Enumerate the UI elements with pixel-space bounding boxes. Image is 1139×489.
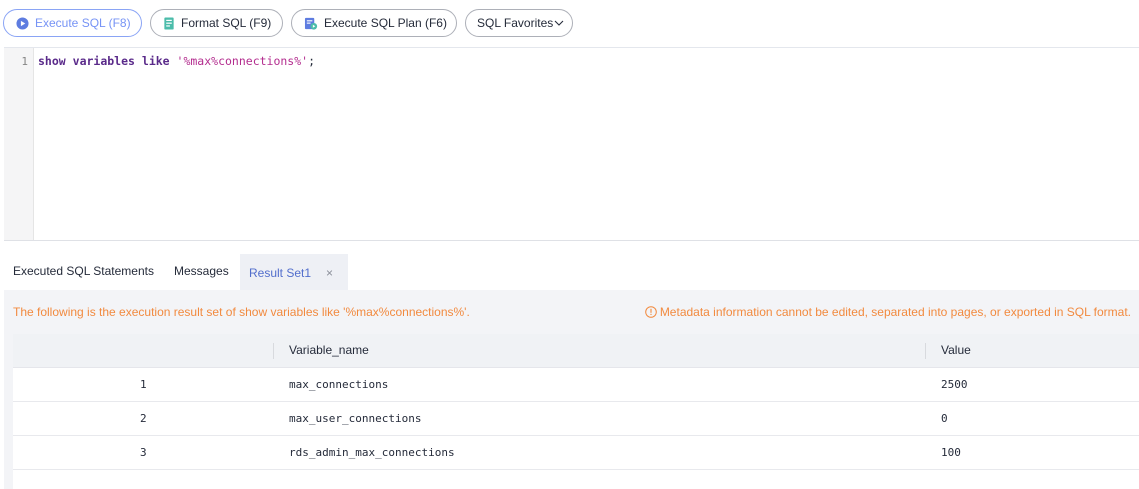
sql-terminator: ; [308,54,316,68]
sql-favorites-dropdown[interactable]: SQL Favorites [465,9,573,37]
chevron-down-icon [554,19,564,27]
tab-label: Executed SQL Statements [13,264,154,278]
value-cell[interactable]: 2500 [941,368,968,402]
table-row[interactable]: 3 rds_admin_max_connections 100 [13,436,1139,470]
result-info-text: The following is the execution result se… [13,305,470,319]
table-filler [13,470,1139,489]
column-header-variable-name[interactable]: Variable_name [289,334,369,368]
metadata-warning: Metadata information cannot be edited, s… [645,305,1131,319]
tab-messages[interactable]: Messages [174,254,229,290]
sql-toolbar: Execute SQL (F8) Format SQL (F9) Execute… [0,0,1139,46]
execute-sql-label: Execute SQL (F8) [35,16,131,30]
sql-editor[interactable]: 1 show variables like '%max%connections%… [4,47,1139,241]
row-index: 1 [140,378,147,391]
sql-favorites-label: SQL Favorites [477,16,554,30]
column-divider[interactable] [925,343,926,359]
variable-name-cell[interactable]: max_connections [289,368,388,402]
row-index: 3 [140,446,147,459]
row-index: 2 [140,412,147,425]
value-cell[interactable]: 0 [941,402,948,436]
execute-sql-plan-label: Execute SQL Plan (F6) [324,16,447,30]
tab-label: Result Set1 [249,266,312,280]
play-circle-icon [16,16,29,30]
tab-executed-sql-statements[interactable]: Executed SQL Statements [13,254,154,290]
metadata-warning-text: Metadata information cannot be edited, s… [659,305,1131,319]
tab-label: Messages [174,264,229,278]
column-divider[interactable] [273,343,274,359]
format-sql-label: Format SQL (F9) [181,16,272,30]
sql-keyword: like [141,54,170,68]
table-row[interactable]: 1 max_connections 2500 [13,368,1139,402]
variable-name-cell[interactable]: rds_admin_max_connections [289,436,455,470]
plan-icon [304,17,318,30]
sql-keyword: show [38,54,66,68]
column-header-value[interactable]: Value [941,334,971,368]
result-tabs: Executed SQL Statements Messages Result … [0,254,1139,290]
execute-sql-button[interactable]: Execute SQL (F8) [3,9,142,37]
table-row[interactable]: 2 max_user_connections 0 [13,402,1139,436]
variable-name-cell[interactable]: max_user_connections [289,402,421,436]
line-number: 1 [21,55,28,68]
sql-keyword: variables [72,54,135,68]
sql-string: '%max%connections%' [176,54,309,68]
format-sql-button[interactable]: Format SQL (F9) [150,9,283,37]
table-header: Variable_name Value [13,334,1139,368]
execute-sql-plan-button[interactable]: Execute SQL Plan (F6) [291,9,457,37]
info-circle-icon [645,306,657,318]
value-cell[interactable]: 100 [941,436,961,470]
sql-code-line[interactable]: show variables like '%max%connections%'; [38,54,315,68]
line-number-gutter: 1 [4,48,34,240]
close-icon[interactable]: × [326,256,333,290]
document-icon [163,16,175,30]
result-panel: The following is the execution result se… [4,290,1139,489]
tab-result-set-1[interactable]: Result Set1 × [240,254,348,290]
result-table: Variable_name Value 1 max_connections 25… [13,334,1139,489]
